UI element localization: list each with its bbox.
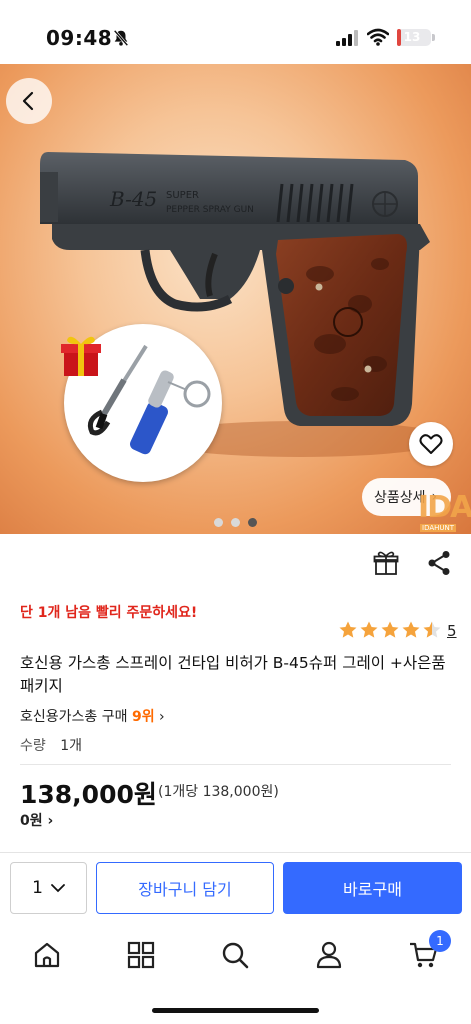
quantity-value: 1개 <box>60 738 83 754</box>
star-icon <box>360 621 378 638</box>
battery-icon: 13 <box>397 29 431 46</box>
gun-marking-line2: PEPPER SPRAY GUN <box>166 205 254 215</box>
bell-slash-icon <box>113 29 129 47</box>
wifi-icon <box>367 28 389 46</box>
stock-alert: 단 1개 남음 빨리 주문하세요! <box>20 605 198 621</box>
star-icon <box>423 621 441 638</box>
carousel-dot[interactable] <box>248 518 257 527</box>
chevron-left-icon <box>22 91 34 111</box>
buy-now-button[interactable]: 바로구매 <box>283 862 462 914</box>
category-grid-icon[interactable] <box>126 940 156 970</box>
unit-price: (1개당 138,000원) <box>158 784 279 800</box>
brand-watermark: IDA IDAHUNT <box>418 490 471 534</box>
quantity-info: 수량 1개 <box>20 735 82 755</box>
quantity-select-value: 1 <box>32 878 43 898</box>
star-icon <box>402 621 420 638</box>
quantity-label: 수량 <box>20 738 46 754</box>
add-to-cart-button[interactable]: 장바구니 담기 <box>96 862 274 914</box>
product-title: 호신용 가스총 스프레이 건타입 비허가 B-45슈퍼 그레이 +사은품패키지 <box>20 654 446 695</box>
reward-points-value: 0원 <box>20 813 43 829</box>
status-time: 09:48 <box>46 26 113 50</box>
product-price: 138,000원 <box>20 780 157 809</box>
product-image-carousel[interactable]: B-45 SUPER PEPPER SPRAY GUN 상품상세 › IDA I… <box>0 64 471 534</box>
battery-nub <box>432 34 435 41</box>
quantity-select[interactable]: 1 <box>10 862 87 914</box>
my-account-icon[interactable] <box>314 940 344 970</box>
review-count-link[interactable]: 5 <box>447 622 457 640</box>
star-icon <box>339 621 357 638</box>
gift-box-icon <box>61 336 101 376</box>
rating-stars[interactable] <box>338 620 442 640</box>
gun-marking-line1: SUPER <box>166 190 199 201</box>
category-rank-link[interactable]: 호신용가스총 구매 9위 › <box>20 706 165 726</box>
home-indicator <box>152 1008 319 1013</box>
carousel-dot[interactable] <box>214 518 223 527</box>
search-icon[interactable] <box>220 940 250 970</box>
status-bar: 09:48 13 <box>0 0 471 64</box>
rank-value: 9위 <box>131 709 155 725</box>
rank-category: 호신용가스총 구매 <box>20 709 128 725</box>
wishlist-button[interactable] <box>409 422 453 466</box>
back-button[interactable] <box>6 78 52 124</box>
gun-model-marking: B-45 <box>109 187 157 211</box>
carousel-dot[interactable] <box>231 518 240 527</box>
cellular-signal-icon <box>336 30 358 46</box>
carousel-indicator <box>0 518 471 527</box>
chevron-right-icon: › <box>159 709 165 725</box>
chevron-down-icon <box>51 884 65 893</box>
reward-points-link[interactable]: 0원 › <box>20 810 53 830</box>
star-icon <box>381 621 399 638</box>
home-icon[interactable] <box>32 940 62 970</box>
chevron-right-icon: › <box>47 813 54 829</box>
battery-percent: 13 <box>403 30 421 44</box>
gift-icon[interactable] <box>373 550 399 576</box>
heart-icon <box>419 434 443 454</box>
share-icon[interactable] <box>427 550 451 576</box>
divider <box>20 764 451 765</box>
cart-count-badge: 1 <box>429 930 451 952</box>
